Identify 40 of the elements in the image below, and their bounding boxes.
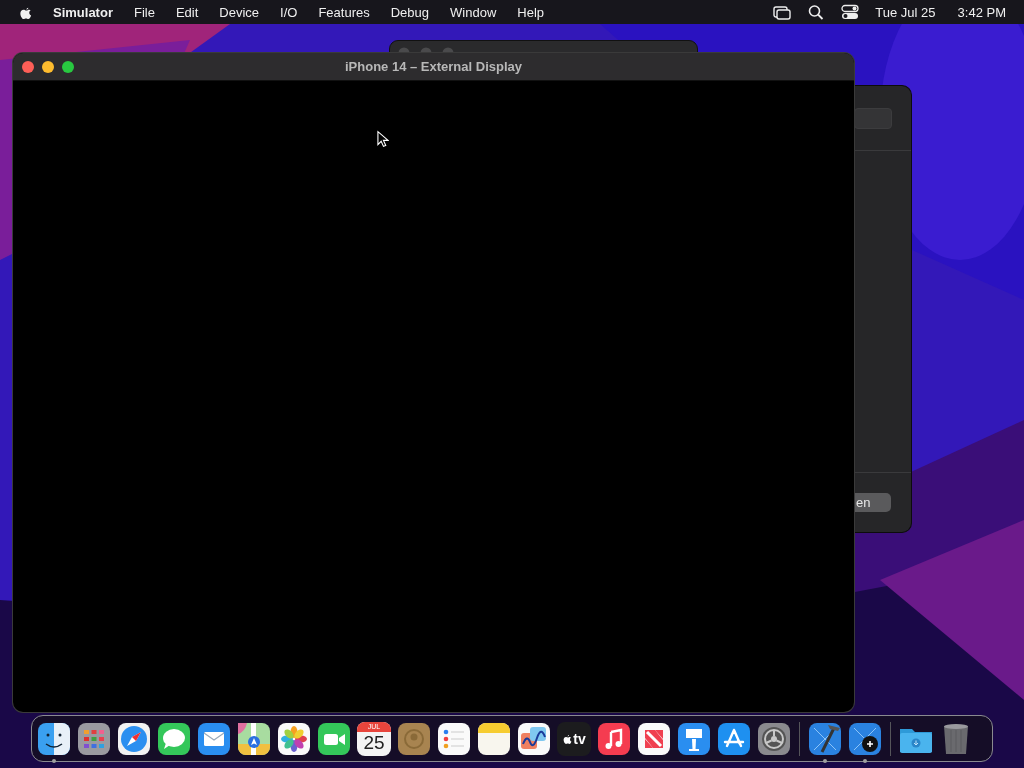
menu-item[interactable]: Debug <box>390 4 430 20</box>
mouse-pointer-icon <box>377 130 389 148</box>
menu-item[interactable]: Help <box>517 4 545 20</box>
app-menu[interactable]: Simulator <box>53 4 113 20</box>
menu-item[interactable]: Window <box>450 4 497 20</box>
app-grid-icon[interactable] <box>77 721 111 756</box>
window-controls-icon[interactable] <box>21 61 77 73</box>
menu-item[interactable]: Edit <box>175 4 199 20</box>
calendar-day: 25 <box>363 731 385 754</box>
map-icon[interactable] <box>237 721 271 756</box>
menu-bar-date[interactable]: Tue Jul 25 <box>875 4 936 20</box>
video-camera-icon[interactable] <box>317 721 351 756</box>
input-field[interactable] <box>854 108 892 129</box>
podium-icon[interactable] <box>677 721 711 756</box>
menu-item[interactable]: I/O <box>280 4 298 20</box>
compass-icon[interactable] <box>117 721 151 756</box>
tv-icon[interactable]: tv <box>557 721 591 756</box>
apple-logo-icon <box>562 732 573 745</box>
scribble-icon[interactable] <box>517 721 551 756</box>
tv-label: tv <box>573 730 586 747</box>
control-center-icon[interactable] <box>841 4 860 20</box>
hammer-icon[interactable] <box>808 721 842 756</box>
news-icon[interactable] <box>637 721 671 756</box>
menu-item[interactable]: Device <box>219 4 260 20</box>
dialog-button[interactable]: en <box>854 493 891 512</box>
menu-bar-time[interactable]: 3:42 PM <box>957 4 1006 20</box>
flower-icon[interactable] <box>277 721 311 756</box>
face-icon[interactable] <box>37 721 71 756</box>
menu-item[interactable]: File <box>133 4 155 20</box>
notepad-icon[interactable] <box>477 721 511 756</box>
screens-icon[interactable] <box>773 4 792 20</box>
search-icon[interactable] <box>807 4 826 20</box>
checklist-icon[interactable] <box>437 721 471 756</box>
gear-icon[interactable] <box>757 721 791 756</box>
music-note-icon[interactable] <box>597 721 631 756</box>
envelope-icon[interactable] <box>197 721 231 756</box>
window-title: iPhone 14 – External Display <box>345 59 522 74</box>
speech-bubble-icon[interactable] <box>157 721 191 756</box>
letter-a-icon[interactable] <box>717 721 751 756</box>
menu-item[interactable]: Features <box>318 4 370 20</box>
